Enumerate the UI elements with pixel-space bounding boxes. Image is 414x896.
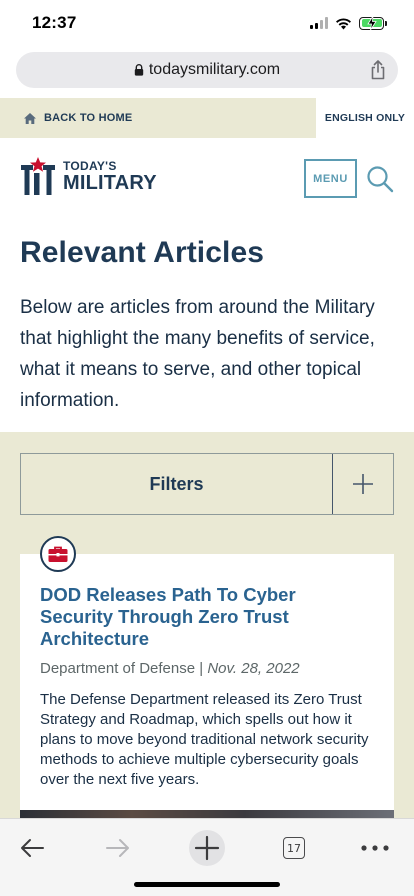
forward-button[interactable] [98,828,138,868]
status-time: 12:37 [32,13,77,32]
plus-icon [353,474,373,494]
status-icons [310,15,387,30]
home-indicator [134,882,280,887]
article-category-badge [40,536,76,572]
new-tab-button[interactable] [187,828,227,868]
back-to-home-link[interactable]: BACK TO HOME [24,98,132,138]
lock-icon [134,64,144,76]
url-text: todaysmilitary.com [148,61,281,78]
logo-text-bottom: MILITARY [63,171,157,194]
address-bar[interactable]: todaysmilitary.com [16,52,398,88]
more-dots-icon [361,845,389,851]
status-bar: 12:37 [0,0,414,46]
article-image[interactable] [20,810,394,818]
cellular-signal-icon [310,17,328,29]
logo-mark-icon [21,157,55,195]
logo-text-top: TODAY'S [63,158,117,173]
home-icon [24,112,36,124]
back-to-home-label: BACK TO HOME [44,112,133,124]
plus-circle-icon [189,830,225,866]
filters-label: Filters [149,473,204,494]
english-only-link[interactable]: ENGLISH ONLY [316,98,414,138]
meta-separator: | [199,660,204,677]
menu-button[interactable]: MENU [304,159,357,198]
filters-accordion[interactable]: Filters [20,453,394,515]
tab-count: 17 [283,837,305,859]
arrow-right-icon [106,839,129,857]
tabs-button[interactable]: 17 [274,828,314,868]
briefcase-icon [48,546,68,562]
battery-icon [359,15,387,30]
article-summary: The Defense Department released its Zero… [40,691,369,788]
article-card[interactable]: DOD Releases Path To Cyber Security Thro… [20,536,394,818]
back-button[interactable] [12,828,52,868]
share-icon[interactable] [368,59,388,81]
intro-text: Below are articles from around the Milit… [20,297,375,411]
logo-wordmark: TODAY'S MILITARY [63,160,157,193]
article-date: Nov. 28, 2022 [207,660,300,677]
wifi-icon [336,17,351,29]
page-title: Relevant Articles [20,236,265,269]
more-button[interactable] [355,828,395,868]
article-title-link[interactable]: DOD Releases Path To Cyber Security Thro… [40,584,370,650]
site-logo[interactable]: TODAY'S MILITARY [21,156,157,196]
filters-expand-button[interactable] [332,454,393,514]
search-icon[interactable] [366,165,394,193]
utility-bar: BACK TO HOME ENGLISH ONLY [0,98,414,138]
arrow-left-icon [21,839,44,857]
article-meta: Department of Defense | Nov. 28, 2022 [40,660,300,677]
article-source: Department of Defense [40,660,196,677]
